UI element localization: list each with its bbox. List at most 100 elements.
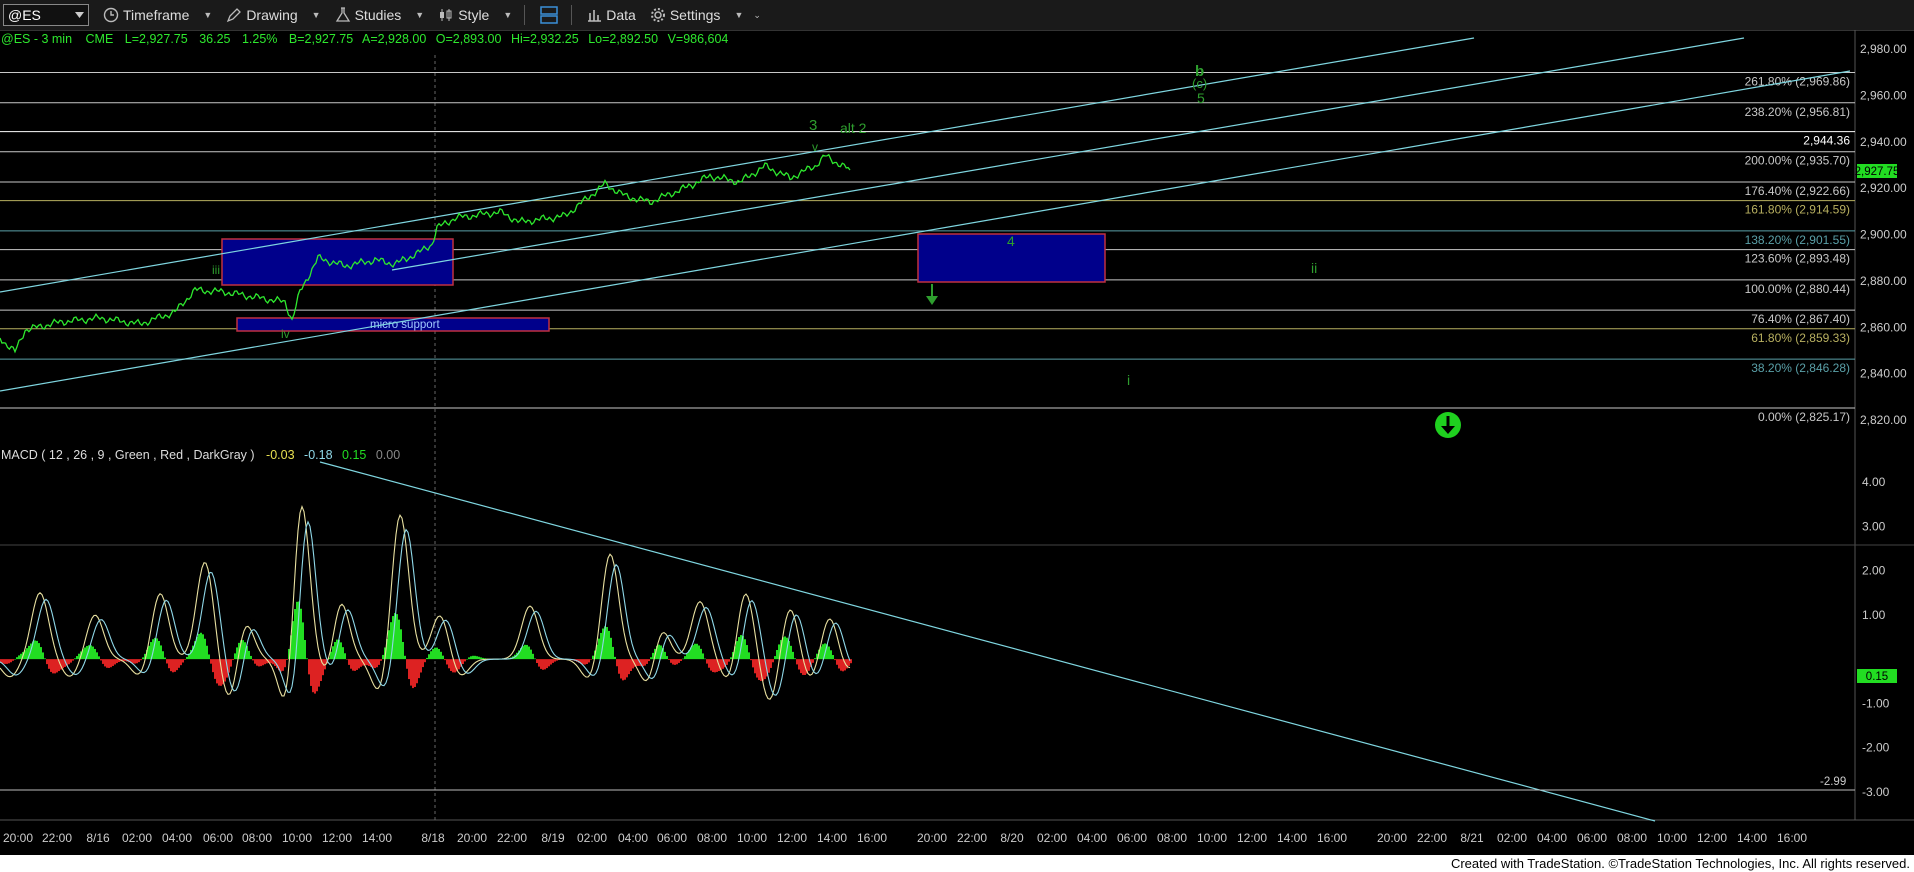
fib-level-label: 161.80% (2,914.59) xyxy=(1745,203,1850,217)
macd-histogram-bar xyxy=(202,634,204,660)
macd-histogram-bar xyxy=(356,659,358,670)
macd-histogram-bar xyxy=(612,646,614,660)
bar-chart-icon xyxy=(588,10,602,22)
down-arrow-circle-icon[interactable] xyxy=(1435,412,1461,438)
macd-histogram-bar xyxy=(172,659,174,673)
macd-histogram-bar xyxy=(592,655,594,660)
time-tick-label: 06:00 xyxy=(1117,831,1147,845)
upper-trend-channel[interactable] xyxy=(0,37,1475,293)
time-tick-label: 02:00 xyxy=(1037,831,1067,845)
macd-histogram-bar xyxy=(606,627,608,660)
fib-level-label: 100.00% (2,880.44) xyxy=(1745,282,1850,296)
macd-title: MACD ( 12 , 26 , 9 , Green , Red , DarkG… xyxy=(1,448,255,462)
price-tick-label: 2,960.00 xyxy=(1860,88,1907,102)
macd-histogram-bar xyxy=(480,657,482,660)
macd-histogram-bar xyxy=(444,659,446,661)
macd-histogram-bar xyxy=(408,659,410,680)
macd-histogram-bar xyxy=(70,659,72,663)
macd-value-4: 0.00 xyxy=(376,448,400,462)
macd-histogram-bar xyxy=(614,656,616,660)
time-tick-label: 22:00 xyxy=(42,831,72,845)
dropdown-caret-icon: ▼ xyxy=(415,10,425,20)
header-high: Hi=2,932.25 xyxy=(511,32,579,46)
macd-histogram-bar xyxy=(522,646,524,660)
macd-histogram-bar xyxy=(554,659,556,662)
timeframe-menu[interactable]: Timeframe ▼ xyxy=(103,7,212,23)
macd-histogram-bar xyxy=(90,645,92,660)
time-tick-label: 8/21 xyxy=(1460,831,1484,845)
data-menu[interactable]: Data xyxy=(586,7,636,23)
macd-histogram-bar xyxy=(750,659,752,661)
macd-histogram-bar xyxy=(350,659,352,669)
wave-label-ii: ii xyxy=(1311,260,1317,276)
chart-canvas[interactable]: @ES - 3 min CME L=2,927.75 36.25 1.25% B… xyxy=(0,30,1914,855)
macd-histogram-bar xyxy=(318,659,320,687)
macd-histogram-bar xyxy=(664,651,666,660)
macd-histogram-bar xyxy=(538,659,540,667)
macd-histogram-bar xyxy=(232,659,234,661)
dropdown-caret-icon: ▼ xyxy=(203,10,213,20)
macd-histogram-bar xyxy=(774,656,776,660)
fib-level-label: 123.60% (2,893.48) xyxy=(1745,252,1850,266)
down-arrow-marker[interactable] xyxy=(926,284,938,305)
fib-level-label: 200.00% (2,935.70) xyxy=(1745,154,1850,168)
candlestick-icon xyxy=(440,9,452,21)
macd-histogram-bar xyxy=(546,659,548,669)
macd-histogram-bar xyxy=(530,649,532,660)
time-tick-label: 22:00 xyxy=(1417,831,1447,845)
macd-histogram-bar xyxy=(432,648,434,660)
fib-level-label: 176.40% (2,922.66) xyxy=(1745,184,1850,198)
settings-menu[interactable]: Settings ▼ xyxy=(650,7,743,23)
price-tick-label: 2,820.00 xyxy=(1860,413,1907,427)
macd-tick-label: 1.00 xyxy=(1862,608,1886,622)
symbol-selector[interactable]: @ES xyxy=(3,4,89,26)
studies-menu[interactable]: Studies ▼ xyxy=(335,7,425,23)
consolidation-box[interactable] xyxy=(221,238,454,286)
macd-value-1: -0.03 xyxy=(266,448,295,462)
macd-histogram-bar xyxy=(428,654,430,660)
time-tick-label: 12:00 xyxy=(322,831,352,845)
chevron-down-icon xyxy=(75,12,84,18)
macd-histogram-bar xyxy=(10,659,12,663)
macd-histogram-bar xyxy=(624,659,626,680)
time-tick-label: 8/19 xyxy=(541,831,565,845)
macd-histogram-bar xyxy=(726,659,728,665)
macd-histogram-bar xyxy=(102,659,104,664)
price-tick-label: 2,900.00 xyxy=(1860,228,1907,242)
macd-histogram-bar xyxy=(40,647,42,660)
macd-histogram-bar xyxy=(672,659,674,665)
time-tick-label: 16:00 xyxy=(1317,831,1347,845)
macd-histogram-bar xyxy=(668,659,670,660)
copyright-text: Created with TradeStation. ©TradeStation… xyxy=(1450,856,1910,871)
wave-label-5: 5 xyxy=(1197,90,1205,106)
macd-histogram-bar xyxy=(306,658,308,660)
macd-histogram-bar xyxy=(182,659,184,663)
macd-histogram-bar xyxy=(590,659,592,660)
price-axis-ticks: 2,980.00 2,960.00 2,940.00 2,920.00 2,900.00… xyxy=(1860,42,1907,427)
layout-button[interactable] xyxy=(539,5,559,25)
macd-histogram-bar xyxy=(470,656,472,660)
drawing-menu[interactable]: Drawing ▼ xyxy=(226,7,321,23)
macd-histogram-bar xyxy=(42,652,44,660)
macd-histogram-bar xyxy=(792,651,794,660)
toolbar-overflow-icon[interactable]: ⌄ xyxy=(753,10,761,21)
macd-histogram-bar xyxy=(608,630,610,660)
macd-histogram-bar xyxy=(50,659,52,672)
price-tick-label: 2,880.00 xyxy=(1860,274,1907,288)
macd-histogram-bar xyxy=(462,659,464,665)
macd-histogram-bar xyxy=(6,659,8,664)
macd-histogram-bar xyxy=(478,656,480,660)
macd-histogram-bar xyxy=(116,659,118,664)
macd-trend-line[interactable] xyxy=(319,461,1656,822)
macd-histogram-bar xyxy=(62,659,64,669)
macd-histogram-bar xyxy=(476,656,478,660)
macd-line[interactable] xyxy=(0,504,851,700)
style-menu[interactable]: Style ▼ xyxy=(438,7,512,23)
macd-histogram-bar xyxy=(302,622,304,660)
fib-level-label: 76.40% (2,867.40) xyxy=(1751,312,1850,326)
macd-histogram-bar xyxy=(628,659,630,675)
macd-histogram-bar xyxy=(184,659,186,660)
macd-histogram-bar xyxy=(812,659,814,663)
macd-signal-line[interactable] xyxy=(0,520,851,696)
macd-histogram-bar xyxy=(838,659,840,669)
